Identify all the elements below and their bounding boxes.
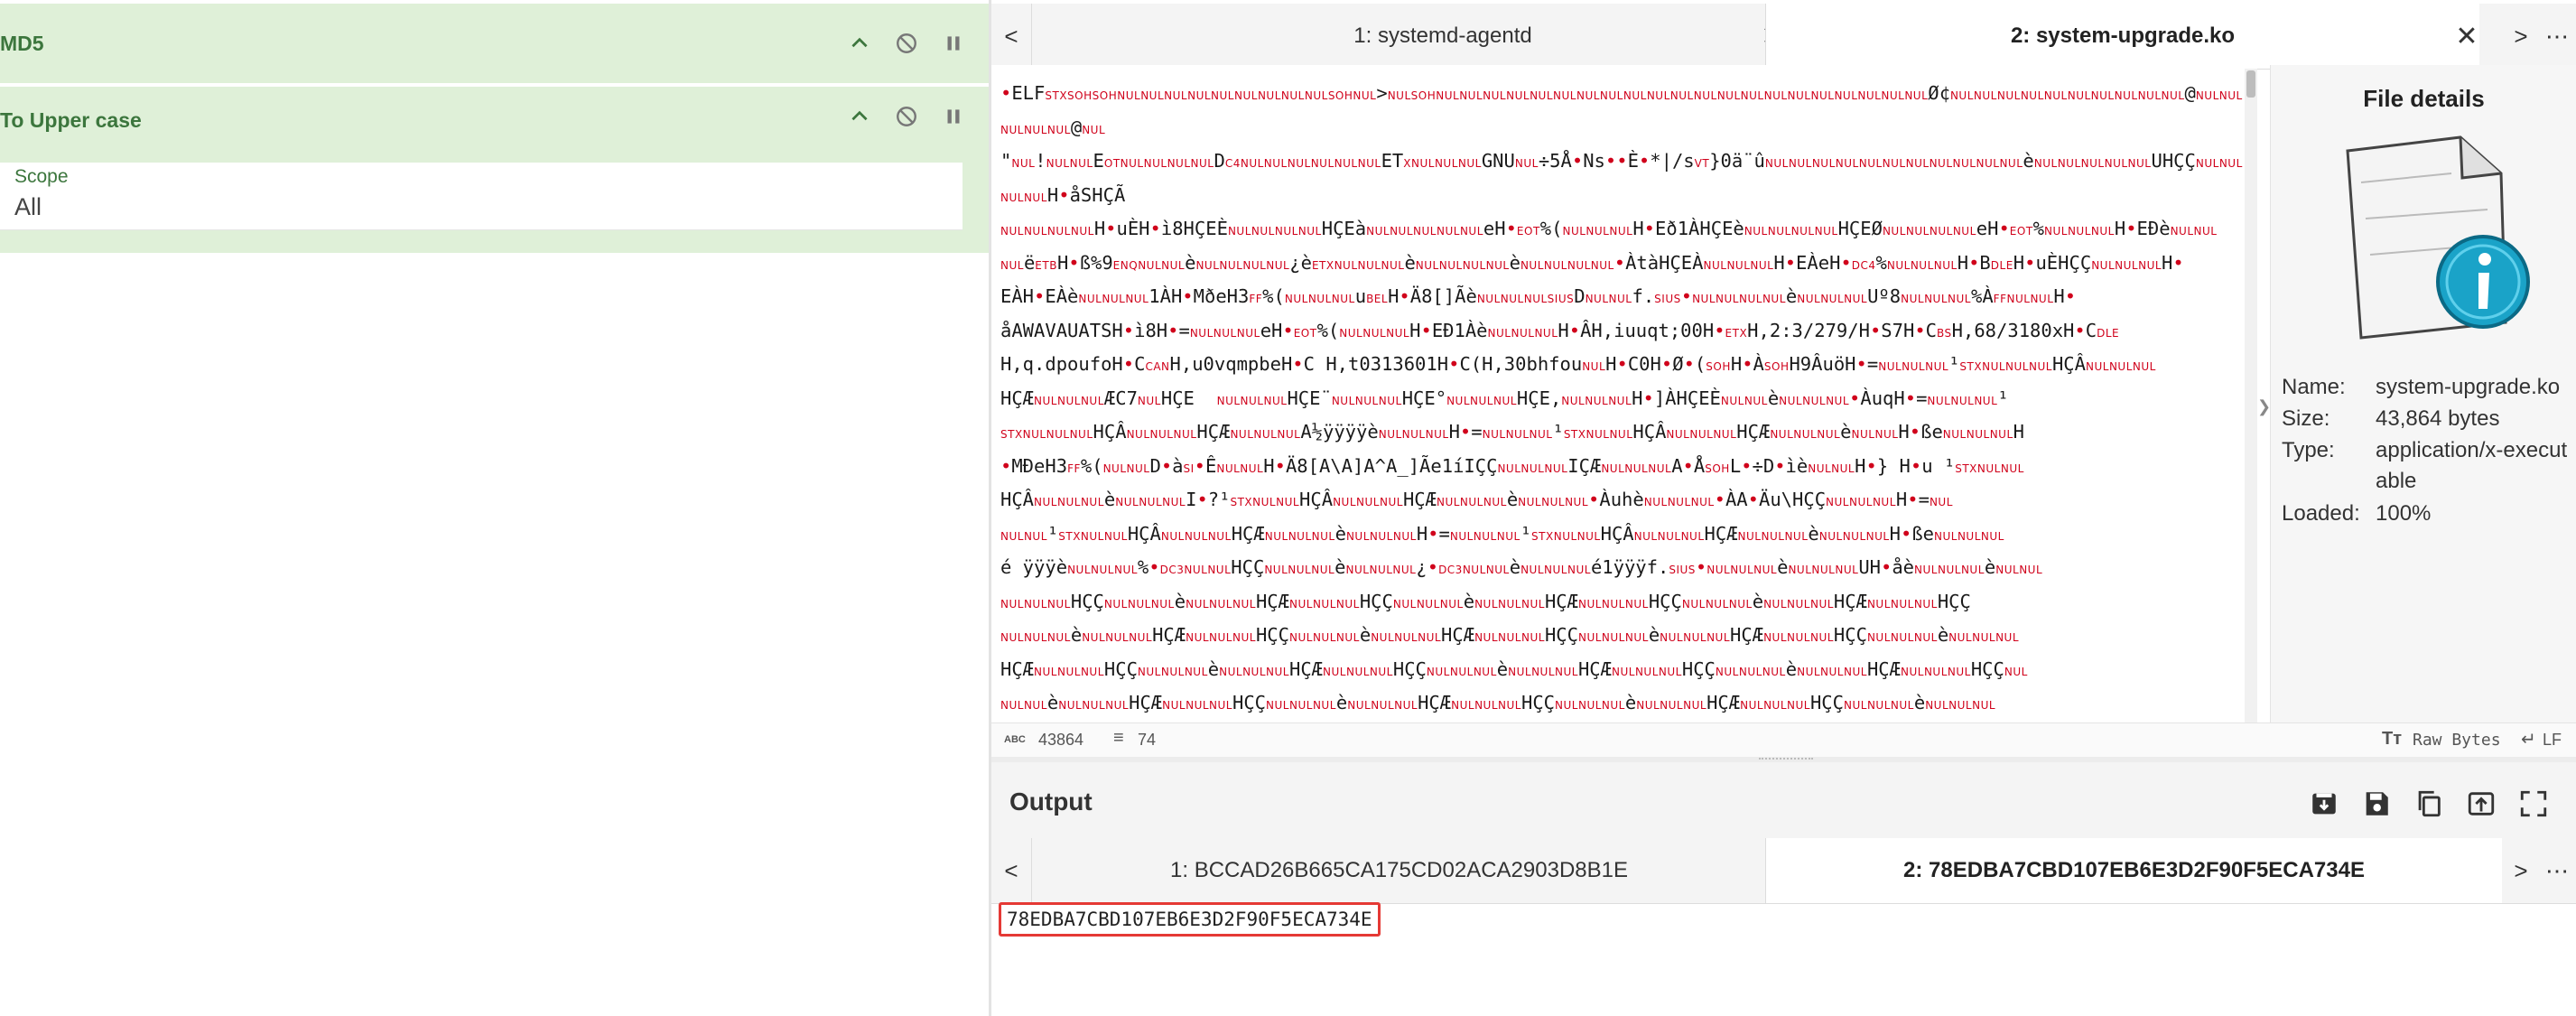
tab-prev-icon[interactable]: < — [991, 838, 1031, 903]
input-status-bar: ABC 43864 ≡ 74 Tт Raw Bytes ↵ LF — [991, 722, 2576, 758]
output-tab-bar: < 1: BCCAD26B665CA175CD02ACA2903D8B1E 2:… — [991, 838, 2576, 904]
output-tab-1[interactable]: 1: BCCAD26B665CA175CD02ACA2903D8B1E — [1031, 838, 1766, 903]
line-count: 74 — [1138, 731, 1157, 749]
file-loaded-value: 100% — [2376, 501, 2432, 526]
save-icon[interactable] — [2357, 784, 2396, 824]
char-count-icon: ABC — [1004, 734, 1026, 745]
tab-label: 2: system-upgrade.ko — [2010, 23, 2236, 48]
chevron-up-icon[interactable] — [844, 28, 875, 59]
input-text: •ELFSTXSOHSOHNULNULNULNULNULNULNULNULNUL… — [1000, 82, 2243, 713]
tab-label: 1: BCCAD26B665CA175CD02ACA2903D8B1E — [1170, 858, 1628, 882]
text-format-icon[interactable]: Tт — [2382, 729, 2402, 750]
input-tab-2[interactable]: 2: system-upgrade.ko — [1765, 4, 2479, 69]
operation-title: To Upper case — [0, 108, 142, 132]
maximise-icon[interactable] — [2514, 784, 2553, 824]
line-count-icon: ≡ — [1113, 728, 1124, 748]
tab-next-icon[interactable]: > — [2501, 838, 2541, 903]
file-size-value: 43,864 bytes — [2376, 406, 2500, 431]
copy-icon[interactable] — [2409, 784, 2449, 824]
disable-icon[interactable] — [891, 28, 922, 59]
pause-icon[interactable] — [938, 28, 969, 59]
disable-icon[interactable] — [891, 101, 922, 132]
tab-next-icon[interactable]: > — [2501, 4, 2541, 69]
replace-input-icon[interactable] — [2461, 784, 2501, 824]
output-header: Output — [991, 762, 2576, 845]
chevron-up-icon[interactable] — [844, 101, 875, 132]
file-name-value: system-upgrade.ko — [2376, 375, 2561, 399]
output-value[interactable]: 78EDBA7CBD107EB6E3D2F90F5ECA734E — [999, 902, 1381, 937]
tab-label: 2: 78EDBA7CBD107EB6E3D2F90F5ECA734E — [1903, 858, 2365, 882]
raw-bytes-button[interactable]: Raw Bytes — [2413, 731, 2501, 750]
input-tab-bar: < 1: systemd-agentd ✕ 2: system-upgrade.… — [991, 4, 2576, 70]
tab-prev-icon[interactable]: < — [991, 4, 1031, 69]
recipe-operation-md5[interactable]: MD5 — [0, 4, 989, 83]
eol-value[interactable]: LF — [2543, 731, 2562, 750]
file-details-panel: File details Name: system-upgrade.ko Siz… — [2270, 65, 2576, 722]
output-title: Output — [1009, 788, 1093, 816]
input-scrollbar[interactable] — [2245, 69, 2257, 726]
scope-label: Scope — [14, 166, 69, 187]
eol-icon[interactable]: ↵ — [2521, 728, 2536, 750]
file-info-icon — [2325, 128, 2533, 345]
file-details-title: File details — [2363, 85, 2485, 112]
io-panel: < 1: systemd-agentd ✕ 2: system-upgrade.… — [991, 0, 2576, 1016]
operation-title: MD5 — [0, 32, 44, 55]
more-tabs-icon[interactable]: ⋯ — [2537, 4, 2576, 69]
output-tab-2[interactable]: 2: 78EDBA7CBD107EB6E3D2F90F5ECA734E — [1765, 838, 2502, 903]
more-tabs-icon[interactable]: ⋯ — [2537, 838, 2576, 903]
input-textarea[interactable]: •ELFSTXSOHSOHNULNULNULNULNULNULNULNULNUL… — [991, 65, 2255, 722]
tab-label: 1: systemd-agentd — [1353, 23, 1532, 48]
file-size-label: Size: — [2282, 406, 2330, 431]
pause-icon[interactable] — [938, 101, 969, 132]
file-loaded-label: Loaded: — [2282, 501, 2360, 526]
save-to-file-icon[interactable] — [2304, 784, 2344, 824]
char-count: 43864 — [1038, 731, 1084, 749]
scope-value: All — [14, 193, 42, 220]
details-collapse-icon[interactable]: ❯ — [2257, 397, 2271, 424]
recipe-panel: MD5 To Upper case Scope All — [0, 0, 989, 1016]
file-type-label: Type: — [2282, 438, 2335, 462]
scope-select[interactable]: Scope All — [0, 163, 963, 230]
file-name-label: Name: — [2282, 375, 2346, 399]
file-type-value: application/x-executable — [2376, 438, 2568, 493]
close-icon[interactable]: ✕ — [2447, 4, 2487, 69]
